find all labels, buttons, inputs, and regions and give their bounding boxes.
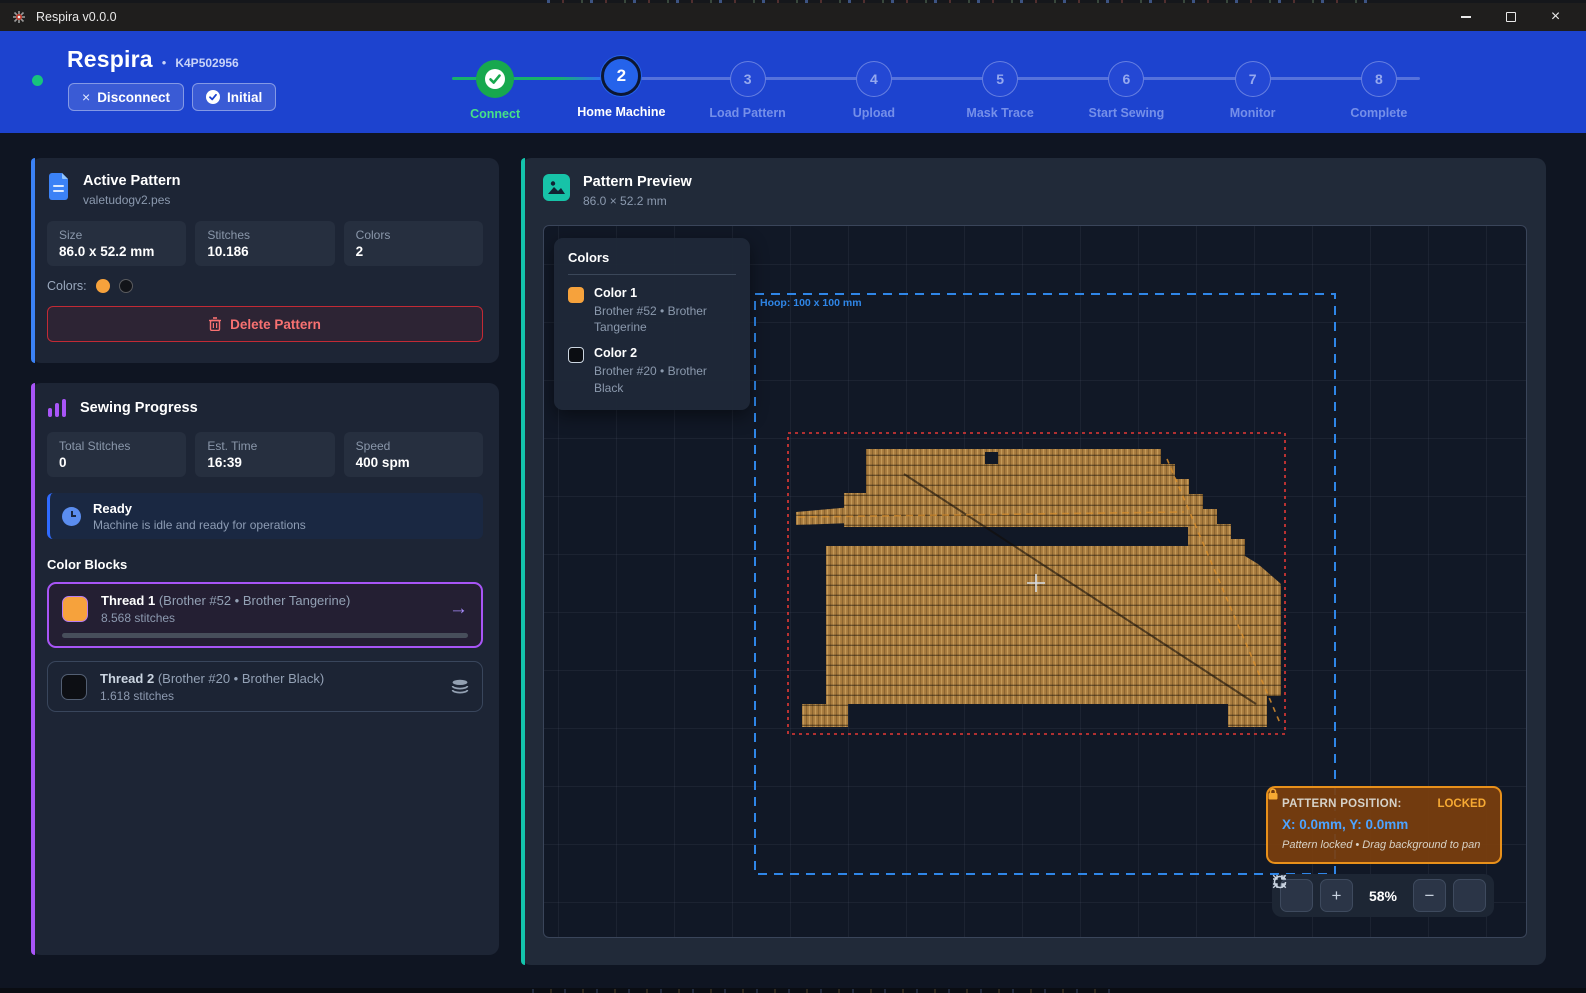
zoom-toolbar: + 58% − bbox=[1272, 874, 1494, 917]
disconnect-button[interactable]: × Disconnect bbox=[68, 83, 184, 111]
check-circle-icon bbox=[206, 90, 220, 104]
position-coordinates: X: 0.0mm, Y: 0.0mm bbox=[1282, 817, 1486, 832]
minus-icon: − bbox=[1425, 886, 1435, 906]
legend-entry-color1: Color 1 Brother #52 • Brother Tangerine bbox=[568, 286, 736, 335]
step-mask-trace[interactable]: 5 Mask Trace bbox=[937, 31, 1063, 121]
image-icon bbox=[543, 174, 570, 201]
status-description: Machine is idle and ready for operations bbox=[93, 518, 306, 532]
step-complete[interactable]: 8 Complete bbox=[1316, 31, 1442, 121]
step-connect[interactable]: Connect bbox=[432, 31, 558, 121]
stat-stitches: Stitches 10.186 bbox=[195, 221, 334, 266]
active-pattern-title: Active Pattern bbox=[83, 173, 181, 189]
arrow-right-icon: → bbox=[449, 598, 468, 620]
color-swatch-orange bbox=[96, 279, 110, 293]
thread-1-name: Thread 1 bbox=[101, 593, 155, 608]
embroidery-pattern bbox=[796, 449, 1281, 727]
machine-serial: K4P502956 bbox=[175, 56, 238, 70]
titlebar: Respira v0.0.0 × bbox=[0, 3, 1586, 31]
window-title: Respira v0.0.0 bbox=[36, 10, 117, 24]
thread-1-progress-bar bbox=[62, 633, 468, 638]
workflow-stepper: Connect 2 Home Machine 3 Load Pattern 4 … bbox=[432, 31, 1442, 133]
pattern-position-overlay: PATTERN POSITION: LOCKED X: 0.0mm, Y: 0.… bbox=[1266, 786, 1502, 864]
legend-entry-color2: Color 2 Brother #20 • Brother Black bbox=[568, 346, 736, 395]
x-icon: × bbox=[82, 89, 90, 105]
thread-2-name: Thread 2 bbox=[100, 671, 154, 686]
thread-1-stitches: 8.568 stitches bbox=[101, 611, 436, 625]
initial-button[interactable]: Initial bbox=[192, 83, 276, 111]
step-load-pattern[interactable]: 3 Load Pattern bbox=[685, 31, 811, 121]
thread-1-swatch bbox=[62, 596, 88, 622]
lock-icon bbox=[1268, 788, 1278, 800]
locked-badge: LOCKED bbox=[1437, 798, 1486, 810]
app-header: Respira • K4P502956 × Disconnect Initial bbox=[0, 31, 1586, 133]
hoop-size-label: Hoop: 100 x 100 mm bbox=[760, 297, 862, 309]
app-window: Respira v0.0.0 × Respira • K4P502956 × D… bbox=[0, 0, 1586, 993]
legend-swatch-black bbox=[568, 347, 584, 363]
stat-total-stitches: Total Stitches 0 bbox=[47, 432, 186, 477]
maximize-icon[interactable] bbox=[1488, 3, 1533, 31]
stat-est-time: Est. Time 16:39 bbox=[195, 432, 334, 477]
pattern-dimensions: 86.0 × 52.2 mm bbox=[583, 194, 692, 208]
stat-speed: Speed 400 spm bbox=[344, 432, 483, 477]
color-swatch-black bbox=[119, 279, 133, 293]
delete-pattern-label: Delete Pattern bbox=[230, 317, 321, 332]
thread-2-row[interactable]: Thread 2 (Brother #20 • Brother Black) 1… bbox=[47, 661, 483, 712]
refresh-icon bbox=[1272, 874, 1288, 890]
reset-view-button[interactable] bbox=[1453, 879, 1486, 912]
step-start-sewing[interactable]: 6 Start Sewing bbox=[1063, 31, 1189, 121]
step-upload[interactable]: 4 Upload bbox=[811, 31, 937, 121]
status-title: Ready bbox=[93, 501, 306, 516]
active-pattern-card: Active Pattern valetudogv2.pes Size 86.0… bbox=[31, 158, 499, 363]
stat-colors: Colors 2 bbox=[344, 221, 483, 266]
pattern-filename: valetudogv2.pes bbox=[83, 193, 181, 207]
plus-icon: + bbox=[1332, 886, 1342, 906]
initial-label: Initial bbox=[227, 90, 262, 105]
step-done-circle bbox=[476, 60, 514, 98]
legend-title: Colors bbox=[568, 250, 736, 275]
thread-2-swatch bbox=[61, 674, 87, 700]
check-icon bbox=[484, 68, 506, 90]
thread-2-stitches: 1.618 stitches bbox=[100, 689, 438, 703]
machine-status-banner: Ready Machine is idle and ready for oper… bbox=[47, 493, 483, 539]
thread-1-row[interactable]: Thread 1 (Brother #52 • Brother Tangerin… bbox=[47, 582, 483, 648]
clock-icon bbox=[62, 507, 81, 526]
trash-icon bbox=[209, 317, 221, 331]
delete-pattern-button[interactable]: Delete Pattern bbox=[47, 306, 483, 342]
color-blocks-label: Color Blocks bbox=[47, 557, 483, 572]
zoom-out-button[interactable]: − bbox=[1413, 879, 1446, 912]
bar-chart-icon bbox=[47, 398, 67, 418]
close-icon[interactable]: × bbox=[1533, 3, 1578, 31]
thread-2-detail: (Brother #20 • Brother Black) bbox=[158, 671, 324, 686]
sewing-progress-title: Sewing Progress bbox=[80, 400, 198, 416]
colors-label: Colors: bbox=[47, 279, 87, 293]
file-icon bbox=[47, 173, 70, 200]
colors-legend-panel: Colors Color 1 Brother #52 • Brother Tan… bbox=[554, 238, 750, 410]
step-home-machine[interactable]: 2 Home Machine bbox=[558, 31, 684, 121]
layers-icon bbox=[451, 679, 469, 695]
preview-canvas[interactable]: Hoop: 100 x 100 mm Colors Color 1 Brothe… bbox=[543, 225, 1527, 938]
step-monitor[interactable]: 7 Monitor bbox=[1190, 31, 1316, 121]
stat-size: Size 86.0 x 52.2 mm bbox=[47, 221, 186, 266]
position-hint: Pattern locked • Drag background to pan bbox=[1282, 839, 1486, 851]
sewing-progress-card: Sewing Progress Total Stitches 0 Est. Ti… bbox=[31, 383, 499, 955]
brand-title: Respira bbox=[67, 46, 153, 73]
zoom-in-button[interactable]: + bbox=[1320, 879, 1353, 912]
position-label: PATTERN POSITION: bbox=[1282, 798, 1402, 810]
legend-swatch-orange bbox=[568, 287, 584, 303]
disconnect-label: Disconnect bbox=[97, 90, 170, 105]
background-window-edge-bottom bbox=[0, 988, 1586, 993]
minimize-icon[interactable] bbox=[1443, 3, 1488, 31]
connection-status-dot bbox=[32, 75, 43, 86]
pattern-preview-title: Pattern Preview bbox=[583, 174, 692, 190]
brand-separator: • bbox=[162, 55, 167, 70]
pattern-preview-card: Pattern Preview 86.0 × 52.2 mm bbox=[521, 158, 1546, 965]
app-icon bbox=[11, 9, 27, 25]
thread-1-detail: (Brother #52 • Brother Tangerine) bbox=[159, 593, 350, 608]
zoom-level: 58% bbox=[1360, 888, 1406, 904]
